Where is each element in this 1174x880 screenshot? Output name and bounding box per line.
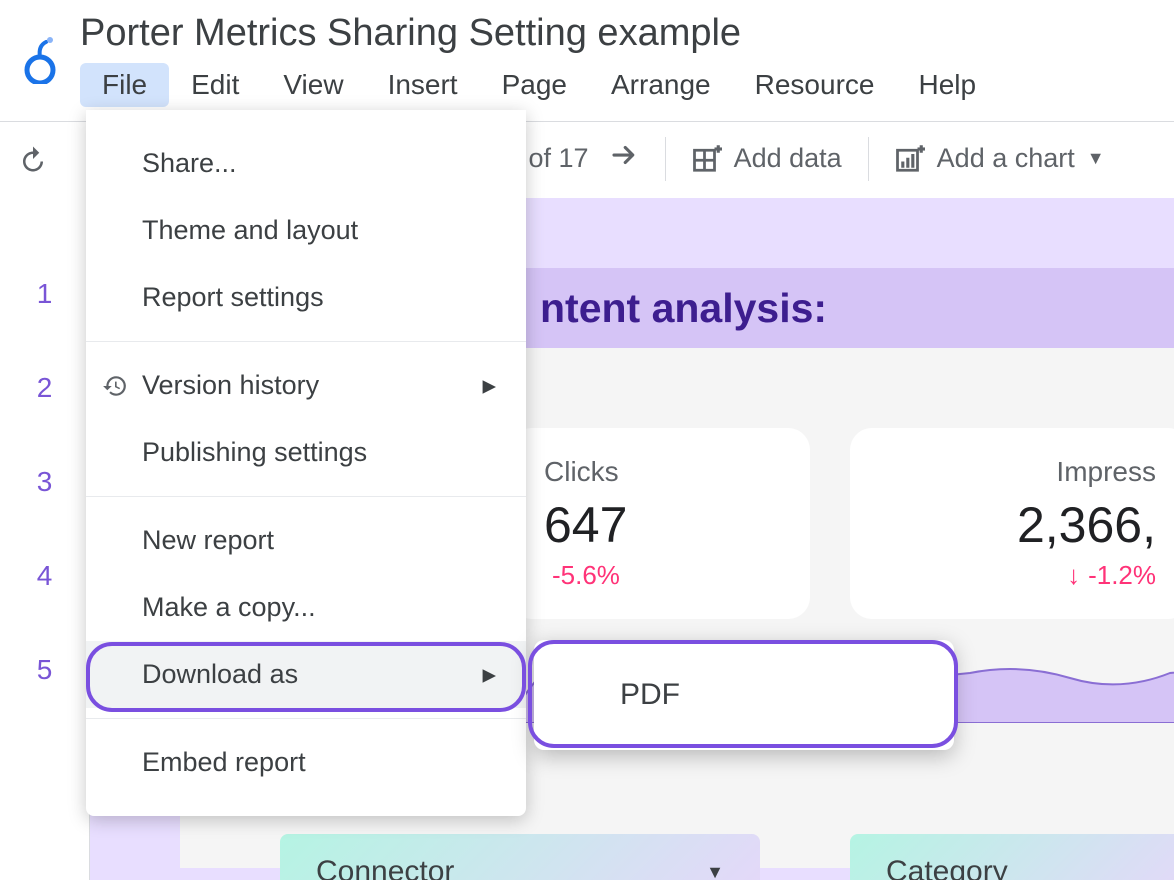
undo-icon (18, 144, 48, 174)
ruler-mark: 1 (37, 278, 53, 310)
menu-item-download-as[interactable]: Download as ▸ (86, 641, 526, 708)
submenu-arrow-icon: ▸ (482, 659, 496, 690)
metric-card-impressions[interactable]: Impress 2,366, ↓ -1.2% (850, 428, 1174, 619)
filter-label: Connector (316, 855, 454, 880)
ruler-mark: 2 (37, 372, 53, 404)
menu-view[interactable]: View (261, 63, 365, 107)
undo-button[interactable] (18, 144, 48, 174)
menu-item-new-report[interactable]: New report (86, 507, 526, 574)
menu-item-share[interactable]: Share... (86, 130, 526, 197)
menu-arrange[interactable]: Arrange (589, 63, 733, 107)
menu-item-embed[interactable]: Embed report (86, 729, 526, 796)
menu-item-label: Share... (142, 148, 237, 179)
menu-item-version-history[interactable]: Version history ▸ (86, 352, 526, 419)
menu-page[interactable]: Page (480, 63, 589, 107)
add-chart-icon (895, 144, 925, 174)
menu-item-make-copy[interactable]: Make a copy... (86, 574, 526, 641)
ruler-mark: 4 (37, 560, 53, 592)
ruler-vertical: 1 2 3 4 5 (0, 198, 90, 880)
menu-item-label: Embed report (142, 747, 306, 778)
menu-item-theme[interactable]: Theme and layout (86, 197, 526, 264)
filter-label: Category (886, 855, 1008, 880)
menu-item-report-settings[interactable]: Report settings (86, 264, 526, 331)
add-data-label: Add data (734, 143, 842, 174)
metric-delta: ↓ -1.2% (884, 560, 1156, 591)
add-data-icon (692, 144, 722, 174)
history-icon (102, 373, 128, 399)
metric-card-clicks[interactable]: Clicks 647 -5.6% (510, 428, 810, 619)
add-chart-label: Add a chart (937, 143, 1075, 174)
submenu-item-label: PDF (620, 678, 680, 711)
menu-file[interactable]: File (80, 63, 169, 107)
metric-value: 647 (544, 496, 776, 554)
add-chart-button[interactable]: Add a chart ▼ (895, 143, 1105, 174)
menu-help[interactable]: Help (896, 63, 998, 107)
menu-edit[interactable]: Edit (169, 63, 261, 107)
metric-label: Clicks (544, 456, 776, 488)
submenu-item-pdf[interactable]: PDF (534, 648, 954, 742)
file-menu-dropdown: Share... Theme and layout Report setting… (86, 110, 526, 816)
menu-item-label: Report settings (142, 282, 324, 313)
down-arrow-icon: ↓ (1067, 560, 1080, 591)
ruler-mark: 5 (37, 654, 53, 686)
menu-item-label: Download as (142, 659, 298, 690)
menu-insert[interactable]: Insert (366, 63, 480, 107)
metric-label: Impress (884, 456, 1156, 488)
menu-item-publishing[interactable]: Publishing settings (86, 419, 526, 486)
menu-item-label: New report (142, 525, 274, 556)
app-header: Porter Metrics Sharing Setting example F… (0, 0, 1174, 107)
banner-title: ntent analysis: (540, 285, 827, 332)
document-title[interactable]: Porter Metrics Sharing Setting example (80, 10, 998, 57)
app-logo (20, 34, 60, 84)
title-block: Porter Metrics Sharing Setting example F… (80, 10, 998, 107)
menu-resource[interactable]: Resource (733, 63, 897, 107)
menu-item-label: Theme and layout (142, 215, 358, 246)
menu-item-label: Make a copy... (142, 592, 316, 623)
submenu-arrow-icon: ▸ (482, 370, 496, 401)
toolbar-divider (665, 137, 666, 181)
dropdown-caret-icon: ▼ (706, 862, 724, 880)
menu-item-label: Publishing settings (142, 437, 367, 468)
connector-filter[interactable]: Connector ▼ (280, 834, 760, 880)
metric-delta: -5.6% (544, 560, 776, 591)
toolbar-divider (868, 137, 869, 181)
download-as-submenu: PDF (534, 640, 954, 750)
next-page-button[interactable] (609, 140, 639, 177)
metric-value: 2,366, (884, 496, 1156, 554)
category-filter[interactable]: Category (850, 834, 1174, 880)
arrow-right-icon (609, 140, 639, 170)
menu-item-label: Version history (142, 370, 319, 401)
menubar: File Edit View Insert Page Arrange Resou… (80, 63, 998, 107)
add-data-button[interactable]: Add data (692, 143, 842, 174)
dropdown-caret-icon: ▼ (1087, 148, 1105, 169)
ruler-mark: 3 (37, 466, 53, 498)
